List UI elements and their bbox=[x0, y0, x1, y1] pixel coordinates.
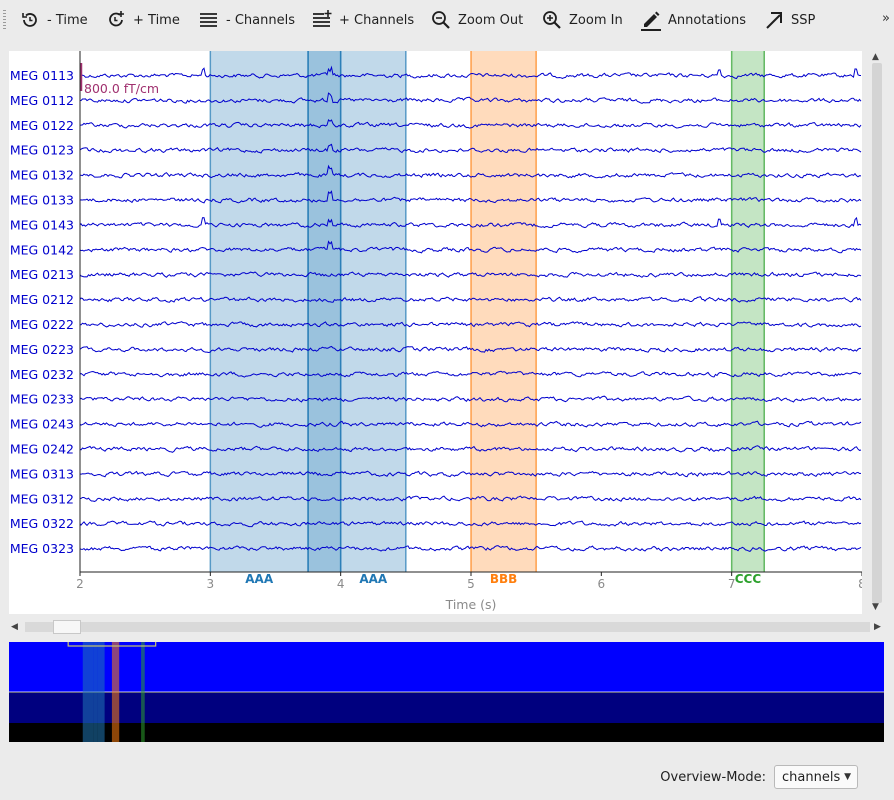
overview-mode-select[interactable]: channels ▼ bbox=[774, 765, 858, 789]
overview-mode-value: channels bbox=[782, 769, 841, 785]
raw-data-plot[interactable]: AAA AAA BBB CCC MEG 0113 MEG 0112 MEG 0122 MEG … bbox=[9, 51, 862, 614]
time-decrease-icon bbox=[22, 13, 37, 27]
overview-canvas[interactable] bbox=[9, 642, 884, 742]
channel-label[interactable]: MEG 0323 bbox=[10, 541, 74, 556]
channels-decrease-label: - Channels bbox=[226, 12, 295, 28]
ssp-button[interactable]: SSP bbox=[763, 7, 815, 33]
channel-label[interactable]: MEG 0322 bbox=[10, 516, 74, 531]
x-axis-label: Time (s) bbox=[445, 597, 497, 612]
vertical-scrollbar-thumb[interactable] bbox=[872, 63, 882, 603]
annotation-span[interactable] bbox=[471, 51, 537, 572]
channel-label[interactable]: MEG 0143 bbox=[10, 217, 74, 232]
time-increase-button[interactable]: + Time bbox=[105, 7, 180, 33]
annotation-span[interactable] bbox=[731, 51, 765, 572]
channel-label[interactable]: MEG 0312 bbox=[10, 491, 74, 506]
zoom-in-icon bbox=[543, 11, 561, 29]
scroll-left-arrow-icon[interactable]: ◀ bbox=[11, 622, 18, 632]
overview-mode-label: Overview-Mode: bbox=[660, 769, 766, 785]
channels-increase-label: + Channels bbox=[339, 12, 415, 28]
scroll-up-arrow-icon[interactable]: ▲ bbox=[872, 52, 879, 62]
overview-bar[interactable] bbox=[9, 642, 884, 742]
time-decrease-label: - Time bbox=[47, 12, 88, 28]
channel-label[interactable]: MEG 0243 bbox=[10, 417, 74, 432]
channels-decrease-icon bbox=[200, 13, 217, 27]
overview-channel-band bbox=[9, 723, 884, 742]
overview-annotation-marker bbox=[82, 642, 94, 742]
channel-label[interactable]: MEG 0313 bbox=[10, 466, 74, 481]
toolbar-grip[interactable] bbox=[3, 10, 6, 30]
ssp-label: SSP bbox=[791, 12, 816, 28]
channel-label[interactable]: MEG 0233 bbox=[10, 392, 74, 407]
channel-label[interactable]: MEG 0132 bbox=[10, 168, 74, 183]
annotation-label: CCC bbox=[735, 572, 762, 586]
channel-label[interactable]: MEG 0112 bbox=[10, 93, 74, 108]
annotation-label: AAA bbox=[245, 572, 274, 586]
channel-label[interactable]: MEG 0123 bbox=[10, 143, 74, 158]
x-tick-label: 6 bbox=[598, 577, 606, 591]
vertical-scrollbar[interactable]: ▲ ▼ bbox=[868, 51, 886, 614]
arrow-up-right-icon bbox=[766, 12, 782, 29]
horizontal-scrollbar-track[interactable] bbox=[25, 622, 870, 632]
channel-label[interactable]: MEG 0133 bbox=[10, 193, 74, 208]
scroll-down-arrow-icon[interactable]: ▼ bbox=[872, 602, 879, 612]
channel-label[interactable]: MEG 0222 bbox=[10, 317, 74, 332]
x-tick-label: 8 bbox=[858, 577, 862, 591]
channel-label[interactable]: MEG 0122 bbox=[10, 118, 74, 133]
channel-label[interactable]: MEG 0212 bbox=[10, 292, 74, 307]
overview-annotation-marker bbox=[111, 642, 120, 742]
pencil-icon bbox=[641, 11, 661, 31]
x-tick-label: 3 bbox=[207, 577, 215, 591]
overview-mode-control: Overview-Mode: channels ▼ bbox=[660, 765, 858, 789]
time-increase-label: + Time bbox=[133, 12, 180, 28]
toolbar: - Time + Time - Channels + Channels Zoom… bbox=[0, 0, 894, 40]
annotation-label: BBB bbox=[490, 572, 517, 586]
overview-annotation-marker bbox=[141, 642, 145, 742]
x-tick-label: 2 bbox=[76, 577, 84, 591]
horizontal-scrollbar-thumb[interactable] bbox=[53, 620, 81, 634]
annotation-span[interactable] bbox=[340, 51, 406, 572]
overview-annotation-marker bbox=[97, 642, 105, 742]
scroll-right-arrow-icon[interactable]: ▶ bbox=[874, 622, 881, 632]
channel-label[interactable]: MEG 0213 bbox=[10, 267, 74, 282]
annotations-label: Annotations bbox=[668, 12, 747, 28]
annotation-label: AAA bbox=[359, 572, 388, 586]
channels-increase-button[interactable]: + Channels bbox=[311, 7, 414, 33]
channel-label[interactable]: MEG 0223 bbox=[10, 342, 74, 357]
zoom-in-button[interactable]: Zoom In bbox=[541, 7, 623, 33]
horizontal-scrollbar[interactable]: ◀ ▶ bbox=[9, 619, 886, 635]
channel-label[interactable]: MEG 0113 bbox=[10, 68, 74, 83]
time-decrease-button[interactable]: - Time bbox=[19, 7, 88, 33]
annotation-span[interactable] bbox=[210, 51, 309, 572]
annotations-button[interactable]: Annotations bbox=[640, 7, 746, 33]
chevron-down-icon: ▼ bbox=[844, 772, 851, 782]
channel-label[interactable]: MEG 0232 bbox=[10, 367, 74, 382]
x-tick-label: 7 bbox=[728, 577, 736, 591]
zoom-in-label: Zoom In bbox=[569, 12, 623, 28]
scale-bar-label: 800.0 fT/cm bbox=[84, 81, 159, 96]
overview-channel-band bbox=[9, 642, 884, 692]
zoom-out-label: Zoom Out bbox=[458, 12, 524, 28]
channels-decrease-button[interactable]: - Channels bbox=[198, 7, 295, 33]
channels-increase-icon bbox=[313, 10, 332, 27]
zoom-out-icon bbox=[432, 11, 450, 29]
x-tick-label: 5 bbox=[467, 577, 475, 591]
overview-channel-band bbox=[9, 693, 884, 723]
annotation-span[interactable] bbox=[308, 51, 341, 572]
x-tick-label: 4 bbox=[337, 577, 345, 591]
channel-label[interactable]: MEG 0142 bbox=[10, 242, 74, 257]
overview-annotation-marker bbox=[93, 642, 98, 742]
time-increase-icon bbox=[109, 11, 124, 27]
raw-data-canvas[interactable]: AAA AAA BBB CCC MEG 0113 MEG 0112 MEG 0122 MEG … bbox=[9, 51, 862, 614]
channel-label[interactable]: MEG 0242 bbox=[10, 442, 74, 457]
toolbar-overflow-button[interactable]: » bbox=[882, 11, 890, 26]
zoom-out-button[interactable]: Zoom Out bbox=[430, 7, 523, 33]
